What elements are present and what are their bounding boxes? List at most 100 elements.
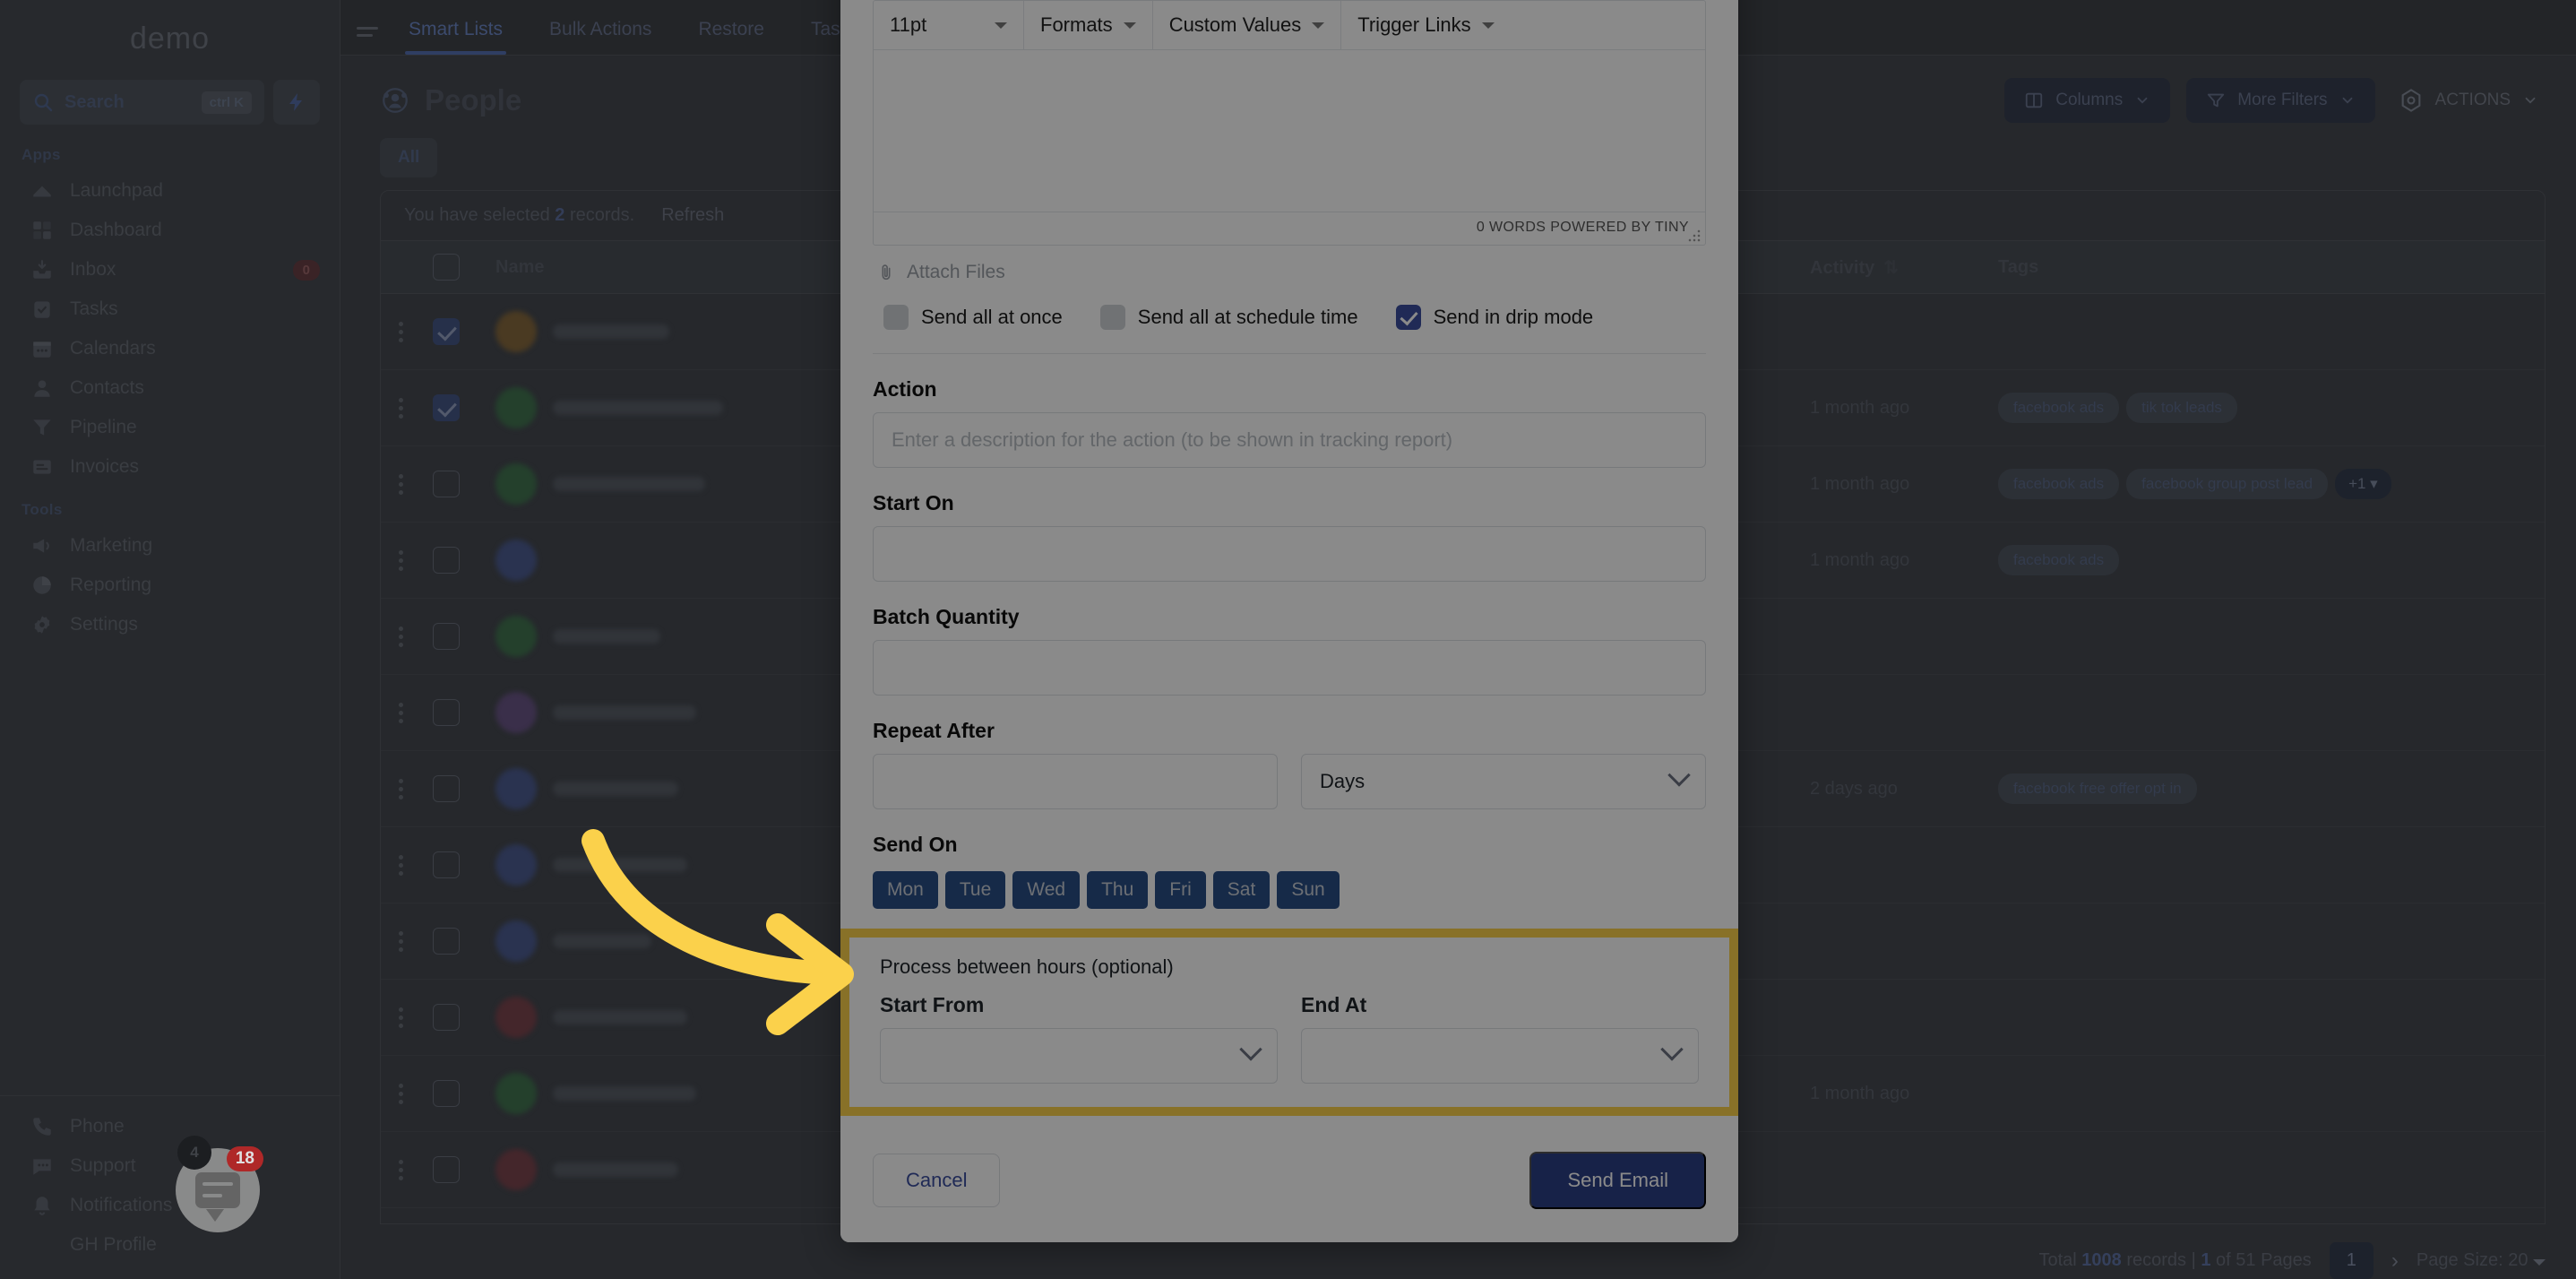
trigger-links-menu[interactable]: Trigger Links [1341,1,1510,49]
next-page-button[interactable]: › [2391,1249,2399,1274]
sidebar-item-marketing[interactable]: Marketing [0,526,340,566]
row-menu-button[interactable] [381,702,420,723]
send-email-button[interactable]: Send Email [1529,1152,1706,1209]
row-menu-button[interactable] [381,778,420,799]
row-menu-button[interactable] [381,1159,420,1180]
send-mode-drip[interactable]: Send in drip mode [1395,305,1593,330]
send-on-day-mon[interactable]: Mon [873,871,938,909]
checkbox-checked-icon[interactable] [1395,305,1421,330]
row-checkbox[interactable] [433,699,460,726]
send-on-day-thu[interactable]: Thu [1087,871,1149,909]
custom-values-menu[interactable]: Custom Values [1153,1,1342,49]
row-checkbox[interactable] [433,318,460,345]
checkbox-icon[interactable] [883,305,909,330]
sidebar-item-phone[interactable]: Phone [0,1107,340,1146]
action-input[interactable]: Enter a description for the action (to b… [873,412,1706,468]
start-on-label: Start On [873,491,954,514]
end-at-select[interactable] [1301,1028,1699,1084]
sidebar-item-invoices[interactable]: Invoices [0,447,340,487]
sidebar-item-pipeline[interactable]: Pipeline [0,408,340,447]
row-menu-button[interactable] [381,930,420,952]
send-mode-all-at-once[interactable]: Send all at once [883,305,1063,330]
sidebar-item-settings[interactable]: Settings [0,605,340,644]
sidebar-item-reporting[interactable]: Reporting [0,566,340,605]
inbox-badge: 0 [292,259,320,281]
menu-toggle-icon[interactable] [349,27,385,55]
repeat-after-input[interactable] [873,754,1278,809]
row-checkbox[interactable] [433,851,460,878]
row-menu-button[interactable] [381,397,420,419]
sidebar-item-dashboard[interactable]: Dashboard [0,211,340,250]
sidebar-item-profile[interactable]: GH Profile [0,1225,340,1265]
tag-chip[interactable]: facebook ads [1998,469,2120,499]
avatar-icon [30,1233,54,1257]
send-on-day-wed[interactable]: Wed [1012,871,1081,909]
row-menu-button[interactable] [381,549,420,571]
row-checkbox[interactable] [433,1080,460,1107]
megaphone-icon [30,534,54,557]
sidebar-item-tasks[interactable]: Tasks [0,290,340,329]
word-count-label: 0 WORDS POWERED BY TINY [1476,220,1689,235]
row-checkbox[interactable] [433,471,460,497]
resize-grip-icon[interactable] [1688,229,1701,242]
refresh-button[interactable]: Refresh [661,205,724,226]
tab-bulk-actions[interactable]: Bulk Actions [526,19,675,55]
filter-chip-all[interactable]: All [380,138,438,177]
quick-action-button[interactable] [273,80,320,125]
row-menu-button[interactable] [381,1007,420,1028]
row-menu-button[interactable] [381,321,420,342]
row-checkbox[interactable] [433,547,460,574]
tag-chip[interactable]: tik tok leads [2126,393,2237,423]
send-on-field: Send On Mon Tue Wed Thu Fri Sat Sun [873,809,1706,909]
sidebar-item-contacts[interactable]: Contacts [0,368,340,408]
send-on-day-fri[interactable]: Fri [1155,871,1206,909]
column-header-activity[interactable]: Activity ⇅ [1810,256,1989,279]
row-menu-button[interactable] [381,626,420,647]
sidebar-item-calendars[interactable]: Calendars [0,329,340,368]
columns-button[interactable]: Columns [2004,78,2171,123]
more-filters-button[interactable]: More Filters [2186,78,2375,123]
font-size-selector[interactable]: 11pt [874,1,1024,49]
selection-count: 2 [555,205,565,225]
tag-overflow-button[interactable]: +1 ▾ [2335,469,2391,499]
sidebar-item-notifications[interactable]: Notifications [0,1186,340,1225]
sidebar-item-inbox[interactable]: Inbox 0 [0,250,340,290]
tab-smart-lists[interactable]: Smart Lists [385,19,526,55]
formats-menu[interactable]: Formats [1024,1,1153,49]
chat-widget-button[interactable]: 4 18 [176,1136,263,1232]
tab-restore[interactable]: Restore [675,19,788,55]
tag-chip[interactable]: facebook ads [1998,393,2120,423]
attach-files-button[interactable]: Attach Files [873,246,1706,283]
repeat-unit-select[interactable]: Days [1301,754,1706,809]
tag-chip[interactable]: facebook ads [1998,545,2120,575]
row-checkbox[interactable] [433,394,460,421]
send-on-day-sat[interactable]: Sat [1212,871,1271,909]
row-menu-button[interactable] [381,1083,420,1104]
select-all-checkbox[interactable] [433,254,460,281]
row-checkbox[interactable] [433,1156,460,1183]
sidebar-item-launchpad[interactable]: Launchpad [0,171,340,211]
page-size-selector[interactable]: Page Size: 20 [2417,1250,2546,1271]
editor-canvas[interactable] [874,50,1705,212]
row-checkbox[interactable] [433,928,460,955]
row-checkbox[interactable] [433,623,460,650]
cancel-button[interactable]: Cancel [873,1154,1001,1207]
row-menu-button[interactable] [381,473,420,495]
tag-chip[interactable]: facebook free offer opt in [1998,773,2197,804]
batch-quantity-input[interactable] [873,640,1706,696]
sidebar-item-support[interactable]: Support [0,1146,340,1186]
start-from-select[interactable] [880,1028,1278,1084]
send-on-day-tue[interactable]: Tue [944,871,1006,909]
column-header-tags[interactable]: Tags [1989,257,2545,278]
row-checkbox[interactable] [433,775,460,802]
send-mode-schedule-time[interactable]: Send all at schedule time [1099,305,1358,330]
tag-chip[interactable]: facebook group post lead [2126,469,2329,499]
start-on-input[interactable] [873,526,1706,582]
row-menu-button[interactable] [381,854,420,876]
search-input[interactable]: Search ctrl K [20,80,264,125]
actions-button[interactable]: ACTIONS [2391,75,2546,125]
page-number-button[interactable]: 1 [2329,1242,2374,1279]
checkbox-icon[interactable] [1099,305,1125,330]
send-on-day-sun[interactable]: Sun [1277,871,1340,909]
row-checkbox[interactable] [433,1004,460,1031]
